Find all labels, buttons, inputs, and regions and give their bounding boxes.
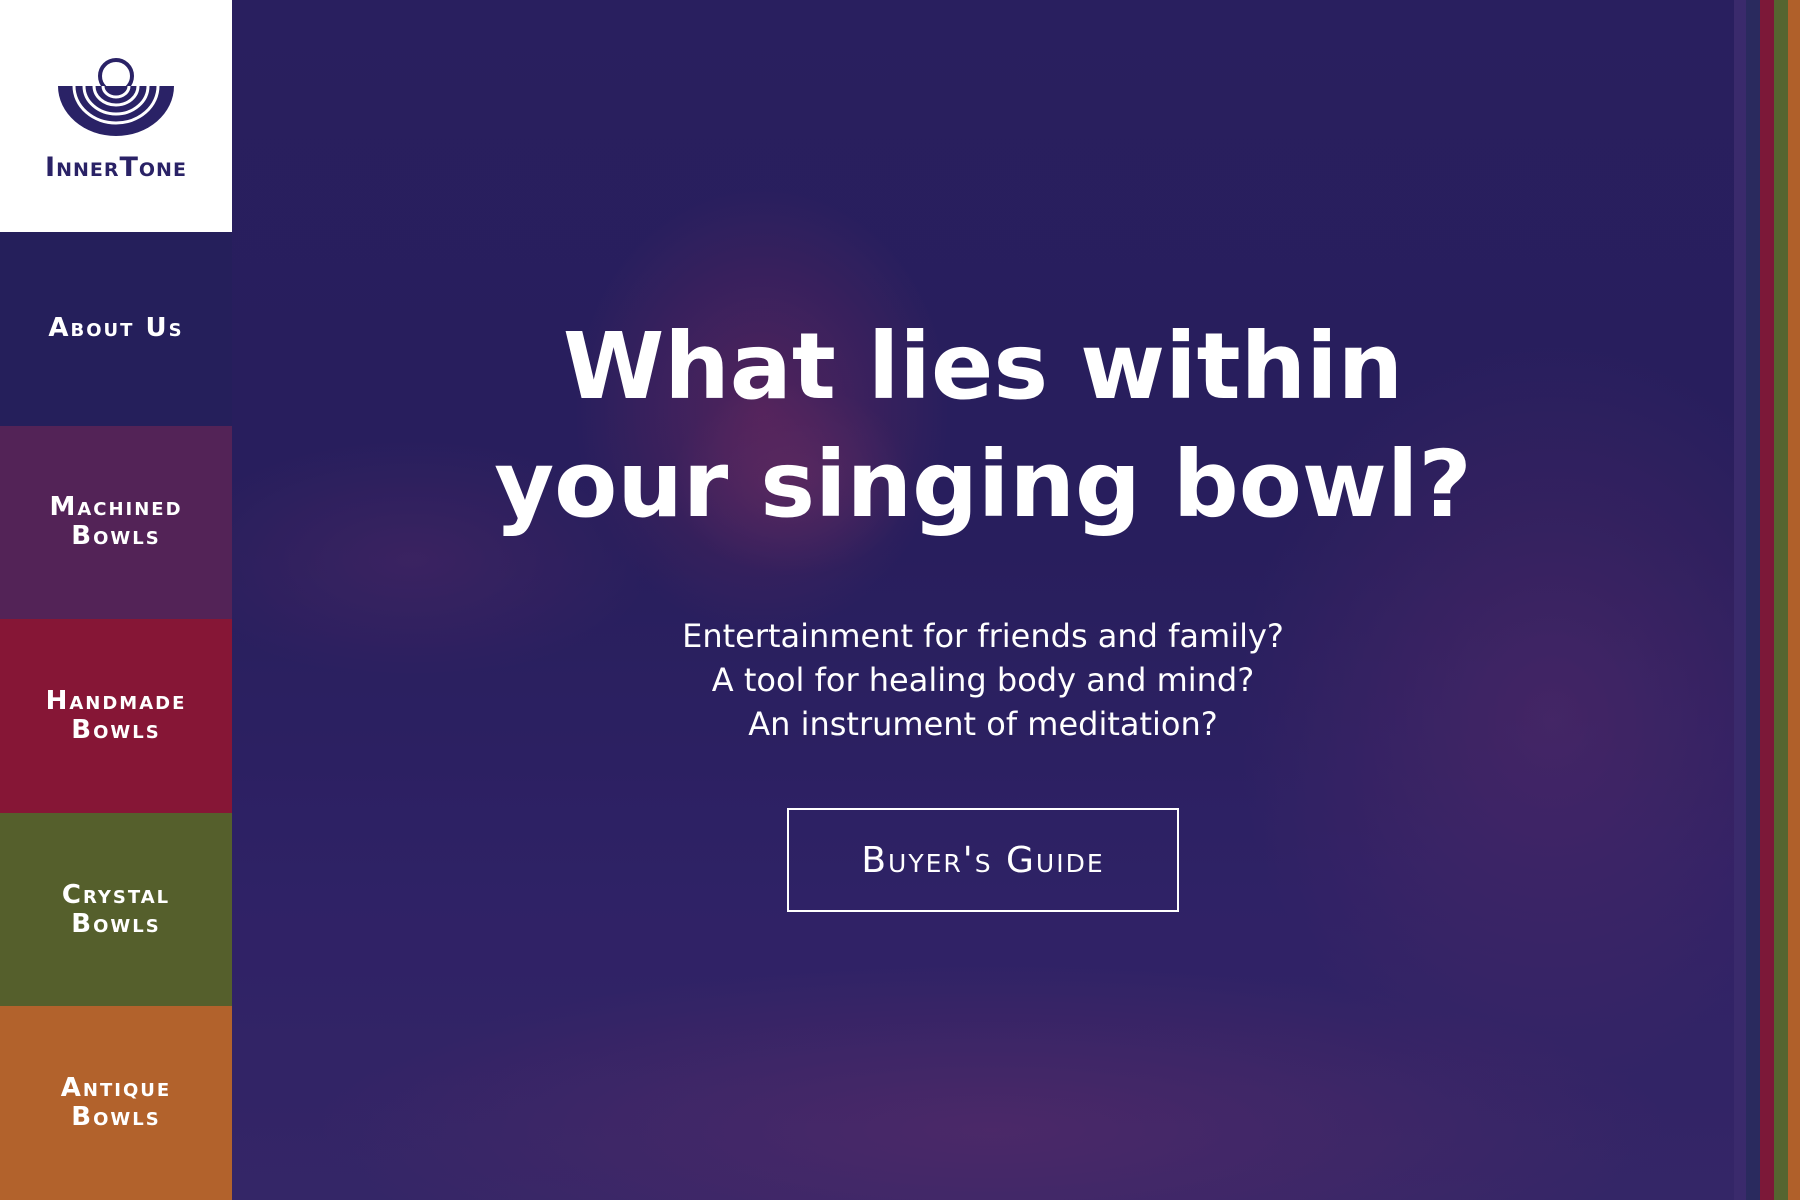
nav-item-label: Handmade [45,685,187,716]
hero-questions: Entertainment for friends and family? A … [682,614,1284,746]
accent-stripe [1774,0,1788,1200]
hero-question: An instrument of meditation? [748,705,1218,743]
nav-item-machined-bowls[interactable]: Machined Bowls [0,425,232,620]
nav-item-antique-bowls[interactable]: Antique Bowls [0,1006,232,1200]
nav-item-crystal-bowls[interactable]: Crystal Bowls [0,812,232,1007]
accent-stripes [1734,0,1800,1200]
singing-bowl-logo-icon [58,57,174,136]
nav-item-label: Crystal [61,879,171,910]
sidebar: InnerTone About Us Machined Bowls Handma… [0,0,232,1200]
nav-item-label: Bowls [71,908,161,939]
nav-item-label: Machined [49,492,183,523]
nav-item-label: Bowls [71,1102,161,1133]
hero-section: What lies within your singing bowl? Ente… [232,0,1734,1200]
accent-stripe [1760,0,1774,1200]
hero-question: Entertainment for friends and family? [682,617,1284,655]
nav-item-about-us[interactable]: About Us [0,232,232,426]
hero-question: A tool for healing body and mind? [711,661,1255,699]
logo[interactable]: InnerTone [0,0,232,232]
buyers-guide-button[interactable]: Buyer's Guide [787,808,1179,912]
nav-item-label: Bowls [71,714,161,745]
hero-content: What lies within your singing bowl? Ente… [232,0,1734,1200]
nav-item-label: Antique [60,1073,172,1104]
brand-wordmark: InnerTone [45,151,187,183]
nav-item-label: About Us [48,313,184,344]
accent-stripe [1788,0,1800,1200]
hero-headline: What lies within your singing bowl? [494,313,1472,538]
accent-stripe [1734,0,1746,1200]
nav-item-label: Bowls [71,521,161,552]
nav-item-handmade-bowls[interactable]: Handmade Bowls [0,619,232,813]
accent-stripe [1746,0,1760,1200]
